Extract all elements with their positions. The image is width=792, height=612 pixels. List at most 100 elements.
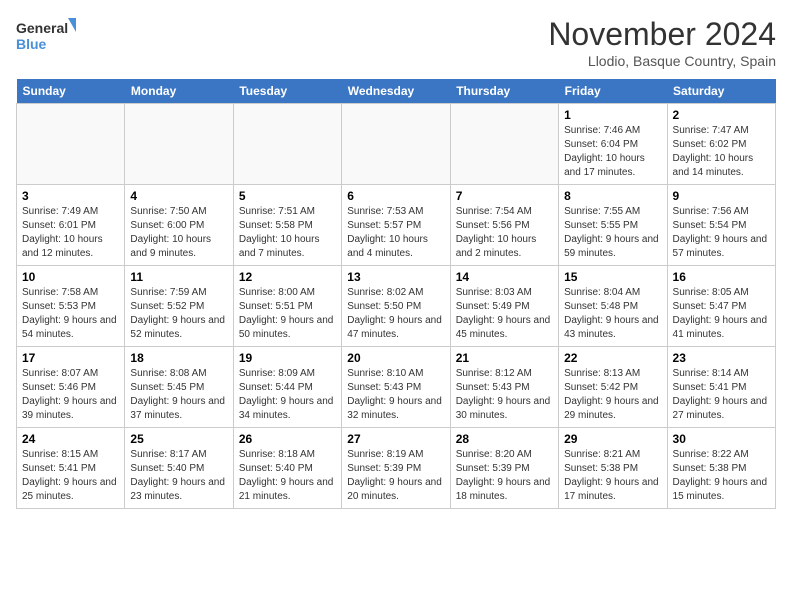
day-info: Sunrise: 8:00 AM Sunset: 5:51 PM Dayligh… <box>239 286 336 342</box>
day-info: Sunrise: 8:07 AM Sunset: 5:46 PM Dayligh… <box>22 367 119 423</box>
day-cell: 7 Sunrise: 7:54 AM Sunset: 5:56 PM Daylig… <box>450 185 558 266</box>
day-info: Sunrise: 8:13 AM Sunset: 5:42 PM Dayligh… <box>564 367 661 423</box>
day-info: Sunrise: 8:09 AM Sunset: 5:44 PM Dayligh… <box>239 367 336 423</box>
day-number: 3 <box>22 189 119 203</box>
day-info: Sunrise: 8:08 AM Sunset: 5:45 PM Dayligh… <box>130 367 227 423</box>
col-header-thursday: Thursday <box>450 79 558 104</box>
week-row-4: 17 Sunrise: 8:07 AM Sunset: 5:46 PM Dayli… <box>17 347 776 428</box>
col-header-sunday: Sunday <box>17 79 125 104</box>
day-number: 14 <box>456 270 553 284</box>
day-number: 7 <box>456 189 553 203</box>
day-info: Sunrise: 7:58 AM Sunset: 5:53 PM Dayligh… <box>22 286 119 342</box>
day-cell <box>342 104 450 185</box>
day-info: Sunrise: 8:20 AM Sunset: 5:39 PM Dayligh… <box>456 448 553 504</box>
day-cell: 20 Sunrise: 8:10 AM Sunset: 5:43 PM Dayli… <box>342 347 450 428</box>
day-cell: 8 Sunrise: 7:55 AM Sunset: 5:55 PM Daylig… <box>559 185 667 266</box>
day-info: Sunrise: 7:56 AM Sunset: 5:54 PM Dayligh… <box>673 205 770 261</box>
day-cell: 22 Sunrise: 8:13 AM Sunset: 5:42 PM Dayli… <box>559 347 667 428</box>
day-cell: 25 Sunrise: 8:17 AM Sunset: 5:40 PM Dayli… <box>125 428 233 509</box>
calendar-table: SundayMondayTuesdayWednesdayThursdayFrid… <box>16 79 776 509</box>
day-number: 24 <box>22 432 119 446</box>
day-number: 25 <box>130 432 227 446</box>
svg-text:Blue: Blue <box>16 36 47 52</box>
week-row-3: 10 Sunrise: 7:58 AM Sunset: 5:53 PM Dayli… <box>17 266 776 347</box>
day-cell: 10 Sunrise: 7:58 AM Sunset: 5:53 PM Dayli… <box>17 266 125 347</box>
day-cell: 9 Sunrise: 7:56 AM Sunset: 5:54 PM Daylig… <box>667 185 775 266</box>
day-info: Sunrise: 7:46 AM Sunset: 6:04 PM Dayligh… <box>564 124 661 180</box>
day-number: 2 <box>673 108 770 122</box>
day-cell: 26 Sunrise: 8:18 AM Sunset: 5:40 PM Dayli… <box>233 428 341 509</box>
day-number: 15 <box>564 270 661 284</box>
day-info: Sunrise: 7:50 AM Sunset: 6:00 PM Dayligh… <box>130 205 227 261</box>
day-number: 13 <box>347 270 444 284</box>
svg-text:General: General <box>16 20 68 36</box>
logo: General Blue <box>16 16 76 56</box>
col-header-tuesday: Tuesday <box>233 79 341 104</box>
day-info: Sunrise: 7:54 AM Sunset: 5:56 PM Dayligh… <box>456 205 553 261</box>
day-number: 11 <box>130 270 227 284</box>
day-info: Sunrise: 8:17 AM Sunset: 5:40 PM Dayligh… <box>130 448 227 504</box>
day-number: 21 <box>456 351 553 365</box>
day-number: 8 <box>564 189 661 203</box>
day-info: Sunrise: 8:12 AM Sunset: 5:43 PM Dayligh… <box>456 367 553 423</box>
day-info: Sunrise: 8:03 AM Sunset: 5:49 PM Dayligh… <box>456 286 553 342</box>
col-header-saturday: Saturday <box>667 79 775 104</box>
day-info: Sunrise: 7:47 AM Sunset: 6:02 PM Dayligh… <box>673 124 770 180</box>
day-cell: 1 Sunrise: 7:46 AM Sunset: 6:04 PM Daylig… <box>559 104 667 185</box>
day-info: Sunrise: 8:19 AM Sunset: 5:39 PM Dayligh… <box>347 448 444 504</box>
day-cell: 16 Sunrise: 8:05 AM Sunset: 5:47 PM Dayli… <box>667 266 775 347</box>
day-info: Sunrise: 8:22 AM Sunset: 5:38 PM Dayligh… <box>673 448 770 504</box>
day-number: 9 <box>673 189 770 203</box>
day-info: Sunrise: 7:51 AM Sunset: 5:58 PM Dayligh… <box>239 205 336 261</box>
day-cell: 30Sunrise: 8:22 AM Sunset: 5:38 PM Dayli… <box>667 428 775 509</box>
day-info: Sunrise: 8:10 AM Sunset: 5:43 PM Dayligh… <box>347 367 444 423</box>
day-number: 1 <box>564 108 661 122</box>
day-cell: 17 Sunrise: 8:07 AM Sunset: 5:46 PM Dayli… <box>17 347 125 428</box>
day-cell: 6 Sunrise: 7:53 AM Sunset: 5:57 PM Daylig… <box>342 185 450 266</box>
day-cell <box>17 104 125 185</box>
day-number: 18 <box>130 351 227 365</box>
day-number: 20 <box>347 351 444 365</box>
day-number: 22 <box>564 351 661 365</box>
day-cell <box>125 104 233 185</box>
page-header: General Blue November 2024 Llodio, Basqu… <box>16 16 776 69</box>
day-info: Sunrise: 8:18 AM Sunset: 5:40 PM Dayligh… <box>239 448 336 504</box>
week-row-1: 1 Sunrise: 7:46 AM Sunset: 6:04 PM Daylig… <box>17 104 776 185</box>
logo-svg: General Blue <box>16 16 76 56</box>
day-info: Sunrise: 7:55 AM Sunset: 5:55 PM Dayligh… <box>564 205 661 261</box>
day-number: 27 <box>347 432 444 446</box>
day-cell: 19 Sunrise: 8:09 AM Sunset: 5:44 PM Dayli… <box>233 347 341 428</box>
day-number: 5 <box>239 189 336 203</box>
day-info: Sunrise: 8:05 AM Sunset: 5:47 PM Dayligh… <box>673 286 770 342</box>
day-header-row: SundayMondayTuesdayWednesdayThursdayFrid… <box>17 79 776 104</box>
day-cell: 5 Sunrise: 7:51 AM Sunset: 5:58 PM Daylig… <box>233 185 341 266</box>
col-header-wednesday: Wednesday <box>342 79 450 104</box>
day-cell: 15 Sunrise: 8:04 AM Sunset: 5:48 PM Dayli… <box>559 266 667 347</box>
day-number: 16 <box>673 270 770 284</box>
day-cell: 3 Sunrise: 7:49 AM Sunset: 6:01 PM Daylig… <box>17 185 125 266</box>
day-cell: 11 Sunrise: 7:59 AM Sunset: 5:52 PM Dayli… <box>125 266 233 347</box>
day-number: 23 <box>673 351 770 365</box>
day-number: 26 <box>239 432 336 446</box>
day-number: 6 <box>347 189 444 203</box>
day-info: Sunrise: 7:49 AM Sunset: 6:01 PM Dayligh… <box>22 205 119 261</box>
week-row-2: 3 Sunrise: 7:49 AM Sunset: 6:01 PM Daylig… <box>17 185 776 266</box>
day-cell: 13 Sunrise: 8:02 AM Sunset: 5:50 PM Dayli… <box>342 266 450 347</box>
day-info: Sunrise: 8:14 AM Sunset: 5:41 PM Dayligh… <box>673 367 770 423</box>
day-info: Sunrise: 8:04 AM Sunset: 5:48 PM Dayligh… <box>564 286 661 342</box>
week-row-5: 24Sunrise: 8:15 AM Sunset: 5:41 PM Dayli… <box>17 428 776 509</box>
day-cell: 18 Sunrise: 8:08 AM Sunset: 5:45 PM Dayli… <box>125 347 233 428</box>
day-cell: 21 Sunrise: 8:12 AM Sunset: 5:43 PM Dayli… <box>450 347 558 428</box>
day-number: 29 <box>564 432 661 446</box>
day-cell <box>450 104 558 185</box>
day-cell: 29Sunrise: 8:21 AM Sunset: 5:38 PM Dayli… <box>559 428 667 509</box>
day-cell: 23 Sunrise: 8:14 AM Sunset: 5:41 PM Dayli… <box>667 347 775 428</box>
day-number: 28 <box>456 432 553 446</box>
day-number: 19 <box>239 351 336 365</box>
day-number: 10 <box>22 270 119 284</box>
day-info: Sunrise: 7:53 AM Sunset: 5:57 PM Dayligh… <box>347 205 444 261</box>
day-info: Sunrise: 7:59 AM Sunset: 5:52 PM Dayligh… <box>130 286 227 342</box>
day-info: Sunrise: 8:02 AM Sunset: 5:50 PM Dayligh… <box>347 286 444 342</box>
day-cell: 2 Sunrise: 7:47 AM Sunset: 6:02 PM Daylig… <box>667 104 775 185</box>
day-number: 17 <box>22 351 119 365</box>
